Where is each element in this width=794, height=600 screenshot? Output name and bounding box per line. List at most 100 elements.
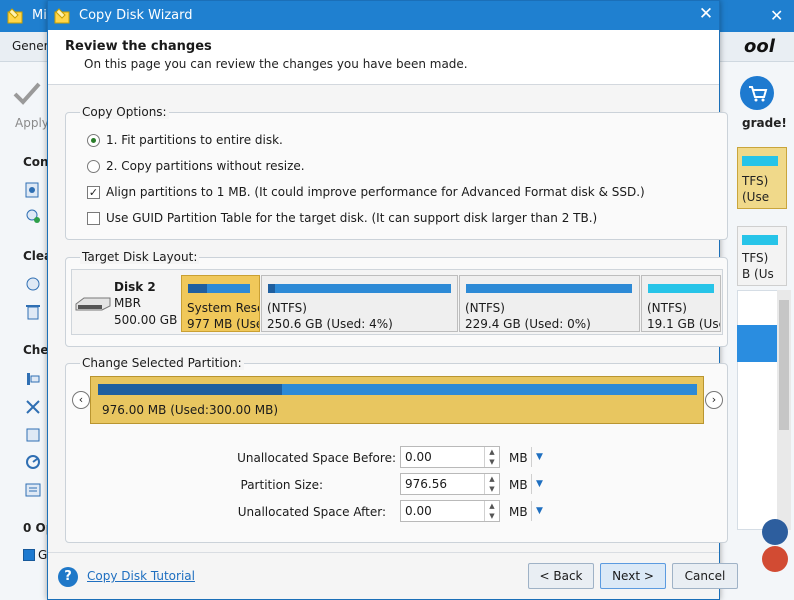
google-plus-icon[interactable] [762, 546, 788, 572]
disk-convert-icon[interactable] [24, 181, 42, 199]
option-use-gpt[interactable]: Use GUID Partition Table for the target … [87, 211, 597, 225]
cart-icon[interactable] [740, 76, 774, 110]
partition-size-stepper[interactable]: ▲▼ [400, 473, 500, 495]
previous-partition-button[interactable]: ‹ [72, 391, 90, 409]
fit-partitions-radio[interactable] [87, 133, 100, 147]
partition-usage-bar [268, 284, 451, 293]
unallocated-before-arrows[interactable]: ▲ ▼ [484, 447, 499, 467]
background-menu-general[interactable]: Gener [12, 39, 49, 53]
surface-test-icon[interactable] [24, 426, 42, 444]
dialog-close-icon[interactable]: ✕ [696, 4, 716, 24]
align-icon[interactable] [24, 370, 42, 388]
partition-resize-used [98, 384, 282, 395]
unallocated-before-unit: MB [509, 451, 528, 465]
disk-size: 500.00 GB [114, 313, 178, 327]
wizard-icon [54, 8, 70, 24]
use-gpt-checkbox[interactable] [87, 211, 100, 225]
unallocated-after-stepper[interactable]: ▲▼ [400, 500, 500, 522]
copy-disk-tutorial-link[interactable]: Copy Disk Tutorial [87, 569, 195, 583]
disk-map-partition-1[interactable]: TFS) (Use [737, 147, 787, 209]
cancel-button[interactable]: Cancel [672, 563, 738, 589]
unallocated-after-input[interactable] [401, 501, 485, 521]
increment-icon[interactable]: ▲ [485, 447, 499, 457]
facebook-icon[interactable] [762, 519, 788, 545]
partition-usage-fill [268, 284, 276, 293]
unallocated-after-arrows[interactable]: ▲ ▼ [484, 501, 499, 521]
partition-system-reserved[interactable]: System Rese 977 MB (Use [181, 275, 260, 332]
partition-size: 229.4 GB (Used: 0%) [465, 317, 591, 331]
decrement-icon[interactable]: ▼ [485, 511, 499, 521]
decrement-icon[interactable]: ▼ [485, 484, 499, 494]
back-button[interactable]: < Back [528, 563, 594, 589]
increment-icon[interactable]: ▲ [485, 501, 499, 511]
unit-separator [531, 447, 532, 467]
align-1mb-checkbox[interactable]: ✓ [87, 185, 100, 199]
partition-ntfs-2[interactable]: (NTFS) 229.4 GB (Used: 0%) [459, 275, 640, 332]
dialog-title: Copy Disk Wizard [79, 8, 193, 23]
upgrade-label[interactable]: grade! [742, 116, 787, 130]
apply-label: Apply [15, 116, 49, 130]
disk-map-partition-1-line-2: (Use [742, 190, 770, 204]
wipe-disk-icon[interactable] [24, 275, 42, 293]
unallocated-before-label: Unallocated Space Before: [237, 451, 396, 465]
properties-icon[interactable] [24, 481, 42, 499]
partition-usage-fill [188, 284, 208, 293]
page-title: Review the changes [65, 39, 212, 54]
unallocated-before-stepper[interactable]: ▲▼ [400, 446, 500, 468]
option-fit-partitions[interactable]: 1. Fit partitions to entire disk. [87, 133, 283, 147]
delete-icon[interactable] [24, 303, 42, 321]
disk-name: Disk 2 [114, 280, 156, 294]
partition-ntfs-3[interactable]: (NTFS) 19.1 GB (Use [641, 275, 721, 332]
unit-separator [531, 474, 532, 494]
partition-list-scroll-thumb[interactable] [779, 300, 789, 430]
partition-size: 250.6 GB (Used: 4%) [267, 317, 393, 331]
next-button[interactable]: Next > [600, 563, 666, 589]
page-subtitle: On this page you can review the changes … [84, 57, 468, 71]
partition-size-arrows[interactable]: ▲ ▼ [484, 474, 499, 494]
partition-size: 977 MB (Use [187, 317, 260, 331]
use-gpt-label: Use GUID Partition Table for the target … [106, 211, 598, 225]
unit-dropdown-icon[interactable]: ▼ [536, 506, 543, 516]
next-partition-button[interactable]: › [705, 391, 723, 409]
apply-check-icon[interactable] [12, 78, 42, 108]
partition-usage-bar [466, 284, 632, 293]
partition-name: (NTFS) [465, 301, 505, 315]
disk-map-partition-2[interactable]: TFS) B (Us [737, 226, 787, 286]
section-header-convert: Con [23, 155, 49, 169]
partition-size-label: Partition Size: [240, 478, 324, 492]
background-close-icon[interactable]: ✕ [770, 6, 783, 25]
option-align-1mb[interactable]: ✓ Align partitions to 1 MB. (It could im… [87, 185, 645, 199]
disk-type: MBR [114, 296, 141, 310]
increment-icon[interactable]: ▲ [485, 474, 499, 484]
disk-settings-icon[interactable] [24, 207, 42, 225]
copy-options-label: Copy Options: [80, 105, 169, 119]
repair-tools-icon[interactable] [24, 398, 42, 416]
partition-ntfs-1[interactable]: (NTFS) 250.6 GB (Used: 4%) [261, 275, 458, 332]
unallocated-before-input[interactable] [401, 447, 485, 467]
app-logo-icon [7, 8, 23, 24]
partition-size: 19.1 GB (Use [647, 317, 721, 331]
option-copy-without-resize[interactable]: 2. Copy partitions without resize. [87, 159, 305, 173]
unit-dropdown-icon[interactable]: ▼ [536, 479, 543, 489]
section-header-check: Che [23, 343, 49, 357]
unallocated-after-label: Unallocated Space After: [237, 505, 386, 519]
operation-label: G [38, 548, 48, 562]
partition-name: (NTFS) [267, 301, 307, 315]
partition-list-selected-row[interactable] [737, 325, 777, 362]
partition-usage-bar [648, 284, 714, 293]
help-icon[interactable]: ? [58, 567, 78, 587]
change-partition-label: Change Selected Partition: [80, 356, 244, 370]
background-app-title: Mi [32, 8, 47, 23]
partition-usage-bar [188, 284, 250, 293]
partition-name: System Rese [187, 301, 260, 315]
partition-size-input[interactable] [401, 474, 485, 494]
partition-size-unit: MB [509, 478, 528, 492]
copy-without-resize-label: 2. Copy partitions without resize. [106, 159, 305, 173]
fit-partitions-label: 1. Fit partitions to entire disk. [106, 133, 283, 147]
copy-without-resize-radio[interactable] [87, 159, 100, 173]
operation-checkbox[interactable] [23, 549, 35, 561]
disk-benchmark-icon[interactable] [24, 453, 42, 471]
unit-dropdown-icon[interactable]: ▼ [536, 452, 543, 462]
partition-resize-text: 976.00 MB (Used:300.00 MB) [102, 403, 279, 417]
decrement-icon[interactable]: ▼ [485, 457, 499, 467]
